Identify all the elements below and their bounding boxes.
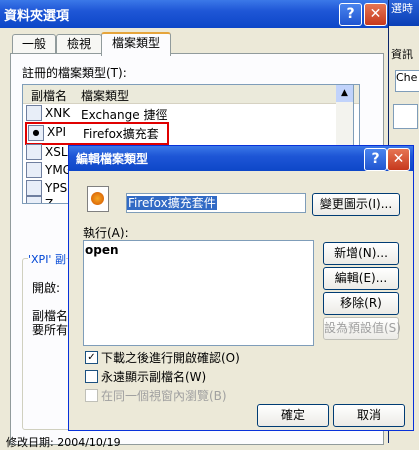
background-window-title: 選時 [391,2,413,15]
always-show-ext-checkbox[interactable] [85,370,98,383]
cancel-button[interactable]: 取消 [333,404,405,427]
scroll-up-icon[interactable]: ▲ [336,85,353,102]
window-title: 資料夾選項 [4,9,70,24]
close-button[interactable]: ✕ [364,3,387,26]
always-show-ext-label: 永遠顯示副檔名(W) [101,370,207,384]
file-type-icon [26,144,42,160]
bottom-text: 修改日期: 2004/10/19 [6,436,121,449]
row-type: Exchange 捷徑 [81,108,168,122]
row-ext: XNK [45,106,71,120]
actions-label: 執行(A): [83,226,129,240]
file-type-name-value: Firefox擴充套件 [127,196,217,210]
same-window-checkbox[interactable] [85,389,98,402]
list-header: 副檔名 檔案類型 [23,85,359,104]
list-item-selected[interactable]: ● XPI Firefox擴充套件 [25,122,169,158]
file-type-icon [87,186,109,212]
row-ext: Z [45,197,54,204]
column-header-filetype[interactable]: 檔案類型 [81,87,129,104]
tab-view[interactable]: 檢視 [56,34,102,54]
action-item-open[interactable]: open [85,242,310,258]
file-type-name-field[interactable]: Firefox擴充套件 [126,193,306,213]
dialog-help-button[interactable]: ? [364,148,387,171]
edit-file-type-dialog: 編輯檔案類型 ? ✕ Firefox擴充套件 變更圖示(I)... 執行(A):… [68,145,414,431]
confirm-open-checkbox[interactable]: ✓ [85,351,98,364]
set-default-button[interactable]: 設為預設值(S) [323,317,401,340]
confirm-open-label: 下載之後進行開啟確認(O) [101,351,240,365]
file-type-icon [26,196,42,203]
help-button[interactable]: ? [339,3,362,26]
row-ext: XSL [45,145,68,159]
dialog-titlebar: 編輯檔案類型 ? ✕ [69,146,413,171]
row-ext: YPS [45,181,68,195]
folder-options-titlebar: 資料夾選項 ? ✕ [0,0,388,28]
dialog-title: 編輯檔案類型 [76,152,149,166]
same-window-label: 在同一個視窗內瀏覽(B) [101,389,227,403]
details-group-title: 'XPI' 副 [28,251,66,267]
firefox-icon [91,192,104,205]
tab-file-types[interactable]: 檔案類型 [101,32,171,56]
new-button[interactable]: 新增(N)... [323,242,399,265]
background-window-box [393,104,418,129]
column-header-extension[interactable]: 副檔名 [31,87,67,104]
registered-types-label: 註冊的檔案類型(T): [22,66,127,80]
opens-with-label: 開啟: [32,281,61,295]
ok-button[interactable]: 確定 [257,404,329,427]
edit-button[interactable]: 編輯(E)... [323,267,399,290]
firefox-file-icon: ● [28,125,44,141]
row-ext: XPI [47,125,66,139]
background-window-input[interactable]: Che [395,70,419,92]
remove-button[interactable]: 移除(R) [323,292,399,315]
details-text-2: 要所有 [32,323,69,337]
background-window-label: 資訊 [391,48,413,61]
dialog-close-button[interactable]: ✕ [387,148,410,171]
list-item[interactable]: XNK Exchange 捷徑 [23,104,359,122]
file-type-icon [26,180,42,196]
background-window-titlebar: 選時 [389,0,419,26]
tab-general[interactable]: 一般 [12,34,56,54]
file-type-icon [26,105,42,121]
change-icon-button[interactable]: 變更圖示(I)... [312,193,400,216]
file-type-icon [26,162,42,178]
actions-list[interactable]: open [83,240,314,346]
